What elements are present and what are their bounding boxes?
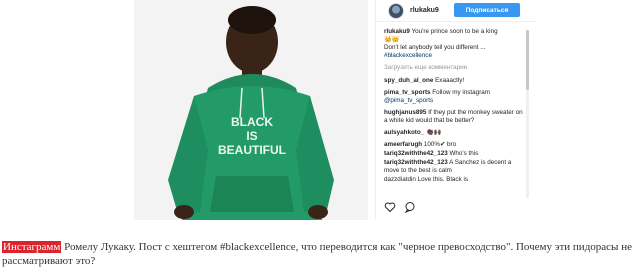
post-photo: BLACK IS BEAUTIFUL (134, 0, 368, 220)
comment-text: 👏🏿🙌🏿 (426, 129, 442, 136)
comments-list: rlukaku9 You're prince soon to be a king… (384, 28, 524, 200)
comment-item: aulsyahkoto_ 👏🏿🙌🏿 (384, 129, 524, 137)
caption-emoji: 👑👑 (384, 36, 400, 43)
comment-item: pima_tv_sports Follow my instagram @pima… (384, 89, 524, 105)
comment-username[interactable]: hughjanus895 (384, 109, 426, 116)
comment-item: dazzdiatdin Love this. Black is (384, 176, 524, 184)
boy-in-green-hoodie-image: BLACK IS BEAUTIFUL (134, 0, 368, 220)
instagram-post-panel: rlukaku9 Подписаться rlukaku9 You're pri… (375, 0, 536, 220)
comment-username[interactable]: aulsyahkoto_ (384, 129, 424, 136)
hoodie-text-line-1: BLACK (231, 115, 273, 129)
header-username[interactable]: rlukaku9 (410, 7, 439, 14)
caption-username[interactable]: rlukaku9 (384, 28, 410, 35)
heart-icon[interactable] (384, 200, 396, 218)
follow-button[interactable]: Подписаться (454, 3, 520, 17)
comment-icon[interactable] (404, 200, 416, 218)
comment-item: hughjanus895 If they put the monkey swea… (384, 109, 524, 125)
comments-scrollbar[interactable] (526, 30, 529, 198)
comment-mention[interactable]: @pima_tv_sports (384, 97, 433, 104)
caption-hashtag[interactable]: #blackexcellence (384, 52, 432, 59)
caption-body: Ромелу Лукаку. Пост с хештегом #blackexc… (2, 241, 632, 267)
comment-text: Who's this (449, 150, 479, 157)
comment-text: dazzdiatdin Love this. Black is (384, 176, 469, 183)
post-header: rlukaku9 Подписаться (376, 0, 536, 22)
comment-text: Follow my instagram (432, 89, 491, 96)
post-caption: rlukaku9 You're prince soon to be a king… (384, 28, 524, 60)
comment-username[interactable]: tariq32withthe42_123 (384, 150, 448, 157)
comment-username[interactable]: spy_duh_al_one (384, 77, 433, 84)
instagram-highlight-link[interactable]: Инстаграмм (2, 241, 62, 253)
hoodie-text-line-2: IS (246, 129, 257, 143)
article-caption: Инстаграмм Ромелу Лукаку. Пост с хештего… (2, 240, 638, 268)
comment-text: Exaaactly! (435, 77, 465, 84)
load-more-comments-link[interactable]: Загрузить еще комментарии (384, 64, 524, 72)
comment-text: 100%✔ bro (423, 141, 457, 148)
comment-username[interactable]: tariq32withthe42_123 (384, 159, 448, 166)
caption-line2: Don't let anybody tell you different ... (384, 44, 486, 51)
comment-item: spy_duh_al_one Exaaactly! (384, 77, 524, 85)
caption-text: You're prince soon to be a king (411, 28, 498, 35)
comment-username[interactable]: pima_tv_sports (384, 89, 431, 96)
comment-username[interactable]: ameerfarugh (384, 141, 422, 148)
post-actions (384, 200, 534, 218)
comment-item: ameerfarugh 100%✔ bro (384, 141, 524, 149)
scrollbar-thumb[interactable] (526, 30, 529, 90)
hoodie-text-line-3: BEAUTIFUL (218, 143, 286, 157)
avatar[interactable] (388, 2, 404, 19)
comment-item: tariq32withthe42_123 Who's this (384, 150, 524, 158)
comment-item: tariq32withthe42_123 A Sanchez is decent… (384, 159, 524, 175)
